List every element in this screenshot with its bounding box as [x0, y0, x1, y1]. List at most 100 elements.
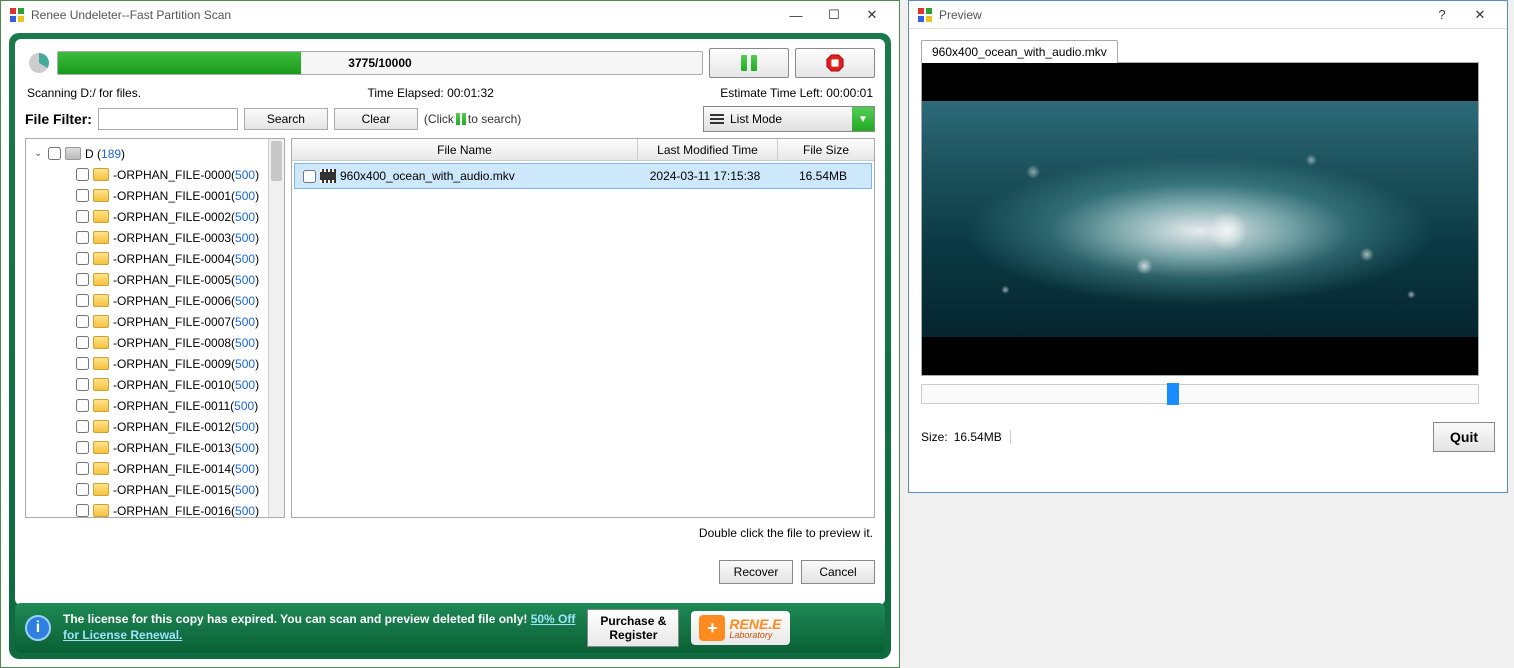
tree-root-checkbox[interactable] [48, 147, 61, 160]
tree-item-name: -ORPHAN_FILE-0016 [113, 504, 231, 518]
stop-button[interactable] [795, 48, 875, 78]
tree-item-checkbox[interactable] [76, 462, 89, 475]
tree-item-checkbox[interactable] [76, 399, 89, 412]
quit-button[interactable]: Quit [1433, 422, 1495, 452]
seek-thumb[interactable] [1167, 383, 1179, 405]
tree-item-name: -ORPHAN_FILE-0011 [113, 399, 230, 413]
status-row: Scanning D:/ for files. Time Elapsed: 00… [25, 86, 875, 100]
tree-item-checkbox[interactable] [76, 252, 89, 265]
brand-logo: + RENE.E Laboratory [691, 611, 789, 645]
tree-item-checkbox[interactable] [76, 420, 89, 433]
tree-item-checkbox[interactable] [76, 483, 89, 496]
tree-item[interactable]: -ORPHAN_FILE-0004 (500) [28, 248, 282, 269]
video-preview[interactable] [921, 62, 1479, 376]
tree-item-checkbox[interactable] [76, 231, 89, 244]
file-name: 960x400_ocean_with_audio.mkv [340, 169, 515, 183]
tree-item[interactable]: -ORPHAN_FILE-0010 (500) [28, 374, 282, 395]
clear-button[interactable]: Clear [334, 108, 418, 130]
progress-text: 3775/10000 [58, 52, 702, 74]
list-icon [704, 114, 730, 124]
tree-item-count: 500 [235, 462, 255, 476]
search-button[interactable]: Search [244, 108, 328, 130]
tree-item-count: 500 [235, 357, 255, 371]
tree-item-name: -ORPHAN_FILE-0012 [113, 420, 231, 434]
tree-item-checkbox[interactable] [76, 315, 89, 328]
file-date: 2024-03-11 17:15:38 [635, 169, 775, 183]
list-mode-dropdown[interactable]: List Mode ▼ [703, 106, 875, 132]
tree-scrollbar[interactable] [268, 139, 284, 517]
file-row[interactable]: 960x400_ocean_with_audio.mkv 2024-03-11 1… [294, 163, 872, 189]
tree-item-checkbox[interactable] [76, 189, 89, 202]
tree-scroll-thumb[interactable] [271, 141, 282, 181]
collapse-icon[interactable]: ⌄ [34, 148, 46, 159]
cancel-button[interactable]: Cancel [801, 560, 875, 584]
tree-item[interactable]: -ORPHAN_FILE-0016 (500) [28, 500, 282, 518]
folder-icon [93, 441, 109, 454]
tree-item-count: 500 [235, 378, 255, 392]
folder-icon [93, 273, 109, 286]
close-button[interactable]: ✕ [853, 5, 891, 25]
preview-window: Preview ? ✕ 960x400_ocean_with_audio.mkv… [908, 0, 1508, 493]
file-filter-input[interactable] [98, 108, 238, 130]
file-checkbox[interactable] [303, 170, 316, 183]
license-banner: i The license for this copy has expired.… [15, 603, 885, 653]
tree-item[interactable]: -ORPHAN_FILE-0006 (500) [28, 290, 282, 311]
renewal-link[interactable]: for License Renewal. [63, 628, 182, 642]
recover-button[interactable]: Recover [719, 560, 793, 584]
tree-item[interactable]: -ORPHAN_FILE-0002 (500) [28, 206, 282, 227]
tree-item[interactable]: -ORPHAN_FILE-0008 (500) [28, 332, 282, 353]
tree-item[interactable]: -ORPHAN_FILE-0013 (500) [28, 437, 282, 458]
progress-bar: 3775/10000 [57, 51, 703, 75]
tree-root-row[interactable]: ⌄ D (189) [28, 143, 282, 164]
folder-tree[interactable]: ⌄ D (189) -ORPHAN_FILE-0000 (500)-ORPHAN… [26, 139, 284, 518]
tree-item[interactable]: -ORPHAN_FILE-0015 (500) [28, 479, 282, 500]
tree-item-checkbox[interactable] [76, 168, 89, 181]
discount-link[interactable]: 50% Off [531, 612, 576, 626]
tree-item[interactable]: -ORPHAN_FILE-0007 (500) [28, 311, 282, 332]
maximize-button[interactable]: ☐ [815, 5, 853, 25]
tree-item-name: -ORPHAN_FILE-0002 [113, 210, 231, 224]
tree-item-count: 500 [235, 231, 255, 245]
preview-tab[interactable]: 960x400_ocean_with_audio.mkv [921, 40, 1118, 63]
tree-item-checkbox[interactable] [76, 210, 89, 223]
tree-item[interactable]: -ORPHAN_FILE-0000 (500) [28, 164, 282, 185]
folder-icon [93, 420, 109, 433]
filter-row: File Filter: Search Clear (Click to sear… [25, 106, 875, 132]
help-button[interactable]: ? [1423, 5, 1461, 25]
video-file-icon [320, 169, 336, 183]
tree-item[interactable]: -ORPHAN_FILE-0014 (500) [28, 458, 282, 479]
size-value: 16.54MB [954, 430, 1011, 444]
preview-close-button[interactable]: ✕ [1461, 5, 1499, 25]
tree-item-name: -ORPHAN_FILE-0013 [113, 441, 231, 455]
tree-item-count: 500 [235, 420, 255, 434]
tree-item[interactable]: -ORPHAN_FILE-0003 (500) [28, 227, 282, 248]
minimize-button[interactable]: — [777, 5, 815, 25]
tree-item-checkbox[interactable] [76, 504, 89, 517]
tree-item[interactable]: -ORPHAN_FILE-0011 (500) [28, 395, 282, 416]
col-modified[interactable]: Last Modified Time [638, 139, 778, 160]
seek-bar[interactable] [921, 384, 1479, 404]
app-icon [9, 7, 25, 23]
pause-icon [741, 55, 757, 71]
col-filename[interactable]: File Name [292, 139, 638, 160]
tree-item-checkbox[interactable] [76, 273, 89, 286]
tree-item-checkbox[interactable] [76, 378, 89, 391]
estimate-time: Estimate Time Left: 00:00:01 [720, 86, 873, 100]
tree-item-count: 500 [235, 252, 255, 266]
tree-item[interactable]: -ORPHAN_FILE-0009 (500) [28, 353, 282, 374]
pause-button[interactable] [709, 48, 789, 78]
tree-item-name: -ORPHAN_FILE-0006 [113, 294, 231, 308]
tree-item-checkbox[interactable] [76, 336, 89, 349]
tree-item-checkbox[interactable] [76, 357, 89, 370]
tree-item[interactable]: -ORPHAN_FILE-0012 (500) [28, 416, 282, 437]
scanning-status: Scanning D:/ for files. [27, 86, 141, 100]
purchase-register-button[interactable]: Purchase & Register [587, 609, 679, 647]
col-size[interactable]: File Size [778, 139, 874, 160]
tree-item-checkbox[interactable] [76, 441, 89, 454]
folder-icon [93, 189, 109, 202]
tree-item-count: 500 [235, 504, 255, 518]
tree-item-checkbox[interactable] [76, 294, 89, 307]
tree-item[interactable]: -ORPHAN_FILE-0001 (500) [28, 185, 282, 206]
size-label: Size: [921, 430, 948, 444]
tree-item[interactable]: -ORPHAN_FILE-0005 (500) [28, 269, 282, 290]
